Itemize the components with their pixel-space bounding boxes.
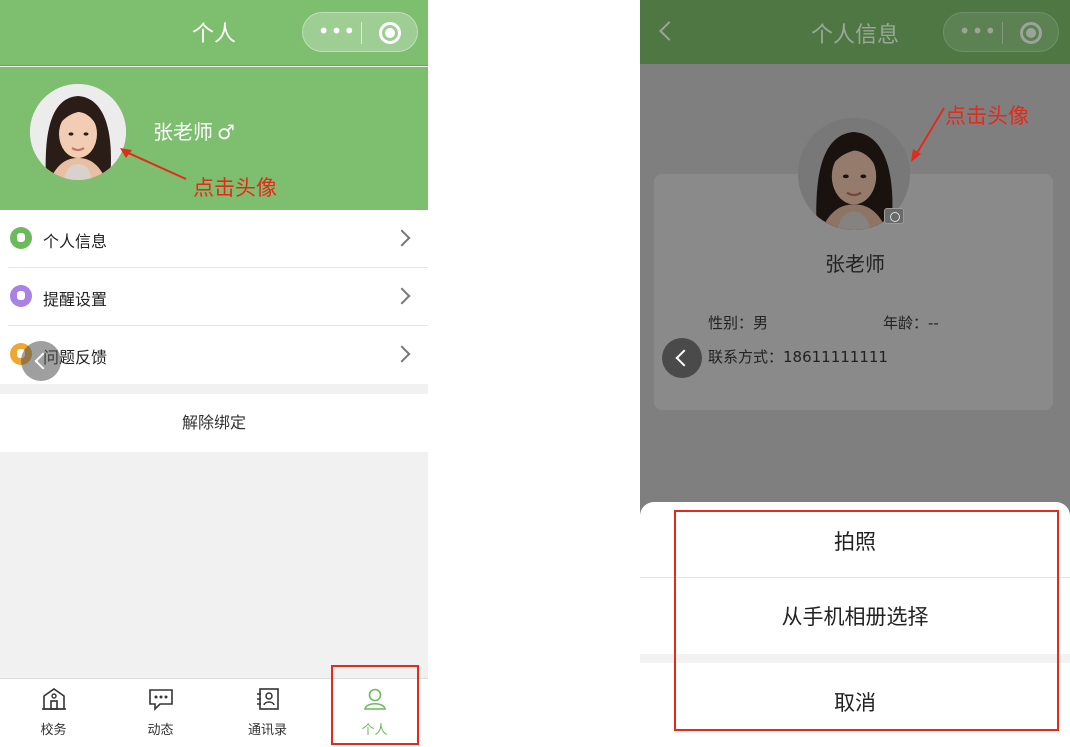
phone-field: 联系方式：18611111111 [708, 348, 888, 366]
mini-program-capsule: ••• [302, 12, 418, 52]
person-icon [10, 227, 32, 249]
more-icon[interactable]: ••• [958, 20, 998, 44]
user-name: 张老师 [153, 120, 213, 144]
contacts-icon [257, 688, 279, 710]
avatar[interactable] [30, 84, 126, 180]
bell-icon [10, 285, 32, 307]
menu-item-label: 个人信息 [43, 232, 108, 251]
gender-field: 性别：男 [708, 314, 769, 332]
floating-back-button[interactable] [662, 338, 702, 378]
tab-moments[interactable]: 动态 [107, 679, 214, 747]
gender-male-icon: ♂ [217, 120, 235, 144]
settings-menu: 个人信息 提醒设置 问题反馈 [0, 210, 428, 384]
menu-item-personal-info[interactable]: 个人信息 [8, 210, 428, 268]
profile-screen: 个人 ••• 张老师 ♂ 点击头像 个人信息 提醒设置 问题反馈 解除绑定 校务… [0, 0, 428, 747]
tab-label: 通讯录 [247, 723, 287, 738]
annotation-arrow [911, 107, 945, 162]
annotation-label: 点击头像 [193, 176, 277, 200]
chevron-right-icon [393, 287, 411, 305]
annotation-label: 点击头像 [945, 104, 1029, 128]
tab-label: 动态 [147, 723, 174, 738]
highlight-box [674, 510, 1059, 731]
age-field: 年龄：-- [883, 314, 939, 332]
navigation-bar: 个人 ••• [0, 0, 428, 66]
close-target-icon[interactable] [1020, 22, 1042, 44]
user-name-row: 张老师 ♂ [153, 116, 235, 145]
personal-info-screen: 个人信息 ••• 点击头像 张老师 性别：男 年龄：-- 联系方式：186111… [640, 0, 1070, 747]
chevron-right-icon [393, 345, 411, 363]
mini-program-capsule: ••• [943, 12, 1059, 52]
floating-back-button[interactable] [21, 341, 61, 381]
avatar-portrait-icon [30, 84, 126, 180]
capsule-divider [361, 22, 362, 44]
camera-icon[interactable] [884, 208, 904, 224]
chat-icon [149, 689, 173, 711]
tab-contacts[interactable]: 通讯录 [214, 679, 321, 747]
more-icon[interactable]: ••• [317, 20, 357, 44]
annotation-arrow [120, 148, 187, 180]
unbind-button[interactable]: 解除绑定 [0, 394, 428, 452]
menu-item-label: 提醒设置 [43, 290, 108, 309]
capsule-divider [1002, 22, 1003, 44]
user-name: 张老师 [825, 252, 885, 276]
close-target-icon[interactable] [379, 22, 401, 44]
menu-item-reminder-settings[interactable]: 提醒设置 [8, 268, 428, 326]
tab-label: 校务 [40, 723, 67, 738]
navigation-bar: 个人信息 ••• [640, 0, 1070, 64]
tab-school[interactable]: 校务 [0, 679, 107, 747]
school-icon [42, 688, 66, 710]
highlight-box [331, 665, 419, 745]
menu-item-feedback[interactable]: 问题反馈 [8, 326, 428, 384]
chevron-right-icon [393, 229, 411, 247]
